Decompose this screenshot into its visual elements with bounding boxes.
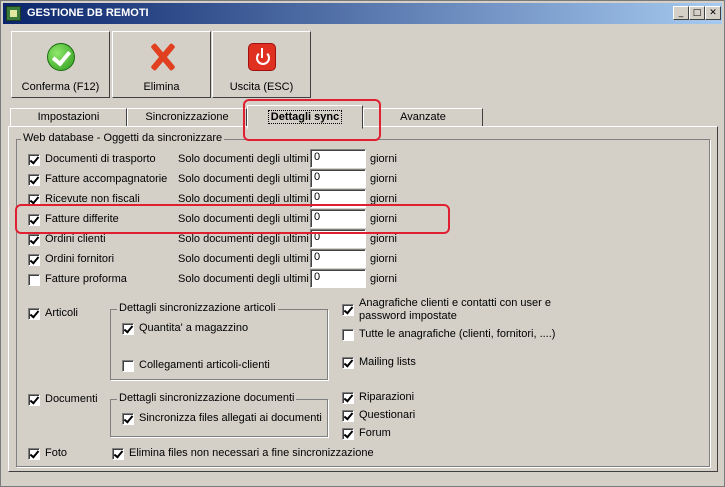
- label-fatture-proforma: Fatture proforma: [45, 273, 127, 285]
- checkbox-articoli[interactable]: [28, 308, 40, 320]
- days-input-ordini-fornitori[interactable]: 0: [310, 249, 366, 268]
- label-questionari: Questionari: [359, 409, 416, 421]
- confirm-button[interactable]: Conferma (F12): [11, 31, 110, 98]
- label-foto: Foto: [45, 447, 68, 459]
- label-forum: Forum: [359, 427, 391, 439]
- delete-x-icon: [148, 43, 176, 71]
- delete-button[interactable]: Elimina: [112, 31, 211, 98]
- checkbox-anagrafiche-clienti[interactable]: [342, 304, 354, 316]
- checkbox-documenti[interactable]: [28, 394, 40, 406]
- checkbox-documenti-trasporto[interactable]: [28, 154, 40, 166]
- checkbox-riparazioni[interactable]: [342, 392, 354, 404]
- label-anagrafiche-clienti-line2: password impostate: [359, 310, 457, 322]
- tab-impostazioni[interactable]: Impostazioni: [10, 108, 127, 127]
- days-prefix: Solo documenti degli ultimi: [178, 153, 309, 165]
- label-ordini-fornitori: Ordini fornitori: [45, 253, 115, 265]
- checkbox-ordini-fornitori[interactable]: [28, 254, 40, 266]
- checkmark-icon: [47, 43, 75, 71]
- articoli-details-title: Dettagli sincronizzazione articoli: [117, 302, 278, 314]
- days-suffix: giorni: [370, 233, 397, 245]
- days-suffix: giorni: [370, 273, 397, 285]
- checkbox-foto[interactable]: [28, 448, 40, 460]
- title-bar: GESTIONE DB REMOTI _ □ ✕: [3, 3, 722, 24]
- minimize-button[interactable]: _: [673, 6, 689, 20]
- days-prefix: Solo documenti degli ultimi: [178, 233, 309, 245]
- confirm-label: Conferma (F12): [21, 81, 100, 93]
- label-mailing-lists: Mailing lists: [359, 356, 416, 368]
- label-ordini-clienti: Ordini clienti: [45, 233, 106, 245]
- web-database-group-title: Web database - Oggetti da sincronizzare: [21, 132, 225, 144]
- checkbox-elimina-files[interactable]: [112, 448, 124, 460]
- label-elimina-files: Elimina files non necessari a fine sincr…: [129, 447, 374, 459]
- checkbox-quantita-magazzino[interactable]: [122, 323, 134, 335]
- label-collegamenti-articoli-clienti: Collegamenti articoli-clienti: [139, 359, 270, 371]
- checkbox-questionari[interactable]: [342, 410, 354, 422]
- label-fatture-accompagnatorie: Fatture accompagnatorie: [45, 173, 168, 185]
- label-documenti: Documenti: [45, 393, 98, 405]
- documenti-details-title: Dettagli sincronizzazione documenti: [117, 392, 297, 404]
- checkbox-ordini-clienti[interactable]: [28, 234, 40, 246]
- database-icon: [6, 6, 21, 21]
- days-input-fatture-proforma[interactable]: 0: [310, 269, 366, 288]
- label-quantita-magazzino: Quantita' a magazzino: [139, 322, 249, 334]
- highlight-tab: [243, 99, 381, 141]
- days-suffix: giorni: [370, 153, 397, 165]
- checkbox-mailing-lists[interactable]: [342, 357, 354, 369]
- tab-panel: Web database - Oggetti da sincronizzare …: [8, 126, 718, 472]
- power-icon: [248, 43, 276, 71]
- maximize-button[interactable]: □: [689, 6, 705, 20]
- days-prefix: Solo documenti degli ultimi: [178, 173, 309, 185]
- label-documenti-trasporto: Documenti di trasporto: [45, 153, 156, 165]
- checkbox-sincronizza-files-allegati[interactable]: [122, 413, 134, 425]
- tab-sincronizzazione[interactable]: Sincronizzazione: [127, 108, 247, 127]
- label-sincronizza-files-allegati: Sincronizza files allegati ai documenti: [139, 412, 322, 424]
- days-suffix: giorni: [370, 253, 397, 265]
- label-riparazioni: Riparazioni: [359, 391, 415, 403]
- window-title: GESTIONE DB REMOTI: [27, 7, 149, 19]
- days-suffix: giorni: [370, 173, 397, 185]
- close-button[interactable]: ✕: [705, 6, 721, 20]
- days-prefix: Solo documenti degli ultimi: [178, 273, 309, 285]
- checkbox-forum[interactable]: [342, 428, 354, 440]
- exit-button[interactable]: Uscita (ESC): [212, 31, 311, 98]
- tab-avanzate[interactable]: Avanzate: [363, 108, 483, 127]
- checkbox-collegamenti-articoli-clienti[interactable]: [122, 360, 134, 372]
- delete-label: Elimina: [143, 81, 180, 93]
- label-articoli: Articoli: [45, 307, 79, 319]
- checkbox-fatture-proforma[interactable]: [28, 274, 40, 286]
- exit-label: Uscita (ESC): [229, 81, 294, 93]
- checkbox-tutte-anagrafiche[interactable]: [342, 329, 354, 341]
- checkbox-fatture-accompagnatorie[interactable]: [28, 174, 40, 186]
- days-input-fatture-accompagnatorie[interactable]: 0: [310, 169, 366, 188]
- days-input-documenti-trasporto[interactable]: 0: [310, 149, 366, 168]
- days-prefix: Solo documenti degli ultimi: [178, 253, 309, 265]
- label-tutte-anagrafiche: Tutte le anagrafiche (clienti, fornitori…: [359, 328, 556, 340]
- highlight-fatture-differite: [15, 204, 450, 234]
- label-anagrafiche-clienti-line1: Anagrafiche clienti e contatti con user …: [359, 297, 552, 309]
- app-window: GESTIONE DB REMOTI _ □ ✕ Conferma (F12) …: [0, 0, 725, 487]
